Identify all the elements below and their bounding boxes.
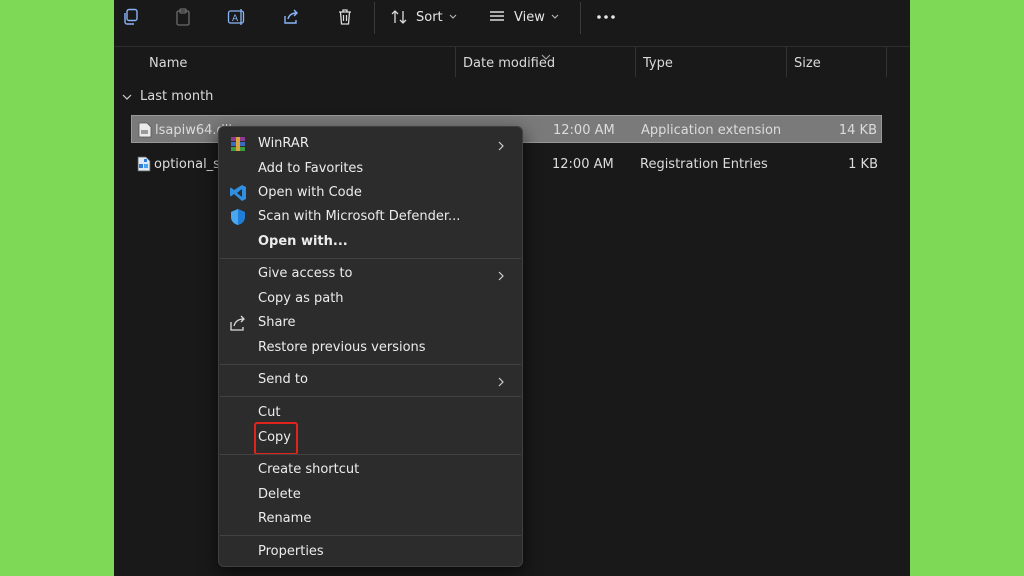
file-date: 12:00 AM (553, 123, 615, 138)
delete-icon[interactable] (332, 4, 358, 30)
file-type: Registration Entries (640, 157, 768, 172)
chevron-down-icon (449, 14, 457, 20)
vscode-icon (229, 184, 247, 202)
chevron-right-icon (497, 267, 507, 281)
menu-item-label: Add to Favorites (258, 161, 364, 176)
dll-file-icon (138, 122, 152, 138)
menu-item-open-with-code[interactable]: Open with Code (223, 181, 518, 205)
menu-item-copy-as-path[interactable]: Copy as path (223, 287, 518, 311)
file-date: 12:00 AM (552, 157, 614, 172)
menu-separator (220, 364, 521, 365)
menu-item-winrar[interactable]: WinRAR (223, 132, 518, 156)
sort-icon (390, 8, 408, 26)
share-icon[interactable] (278, 4, 304, 30)
menu-item-label: Give access to (258, 266, 353, 281)
menu-item-label: Cut (258, 405, 281, 420)
column-divider[interactable] (455, 47, 456, 77)
column-header-size[interactable]: Size (794, 56, 821, 71)
view-button[interactable]: View (488, 4, 564, 30)
toolbar-divider (114, 46, 910, 47)
column-header-date[interactable]: Date modified (463, 56, 555, 71)
rename-icon[interactable]: A (224, 4, 250, 30)
menu-separator (220, 454, 521, 455)
menu-item-label: Send to (258, 372, 308, 387)
command-bar: A Sort View (114, 0, 910, 40)
menu-item-label: Delete (258, 487, 301, 502)
toolbar-separator (374, 2, 375, 34)
menu-item-delete[interactable]: Delete (223, 483, 518, 507)
menu-item-label: WinRAR (258, 136, 309, 151)
sort-button[interactable]: Sort (390, 4, 460, 30)
column-header-type[interactable]: Type (643, 56, 673, 71)
view-label: View (514, 9, 545, 25)
menu-item-copy[interactable]: Copy (223, 422, 518, 455)
menu-item-label: Share (258, 315, 296, 330)
menu-item-add-favorites[interactable]: Add to Favorites (223, 157, 518, 181)
menu-item-give-access[interactable]: Give access to (223, 262, 518, 286)
menu-item-restore-versions[interactable]: Restore previous versions (223, 336, 518, 360)
highlight-box (254, 422, 298, 455)
context-menu: WinRAR Add to Favorites Open with Code S… (218, 126, 523, 567)
toolbar-separator (580, 2, 581, 34)
menu-item-label: Open with Code (258, 185, 362, 200)
menu-item-send-to[interactable]: Send to (223, 368, 518, 392)
winrar-icon (229, 135, 247, 153)
more-icon[interactable] (594, 4, 618, 30)
chevron-down-icon (551, 14, 559, 20)
file-name: optional_s (154, 157, 220, 172)
menu-separator (220, 535, 521, 536)
menu-item-create-shortcut[interactable]: Create shortcut (223, 458, 518, 482)
menu-item-label: Rename (258, 511, 312, 526)
menu-item-scan-defender[interactable]: Scan with Microsoft Defender... (223, 205, 518, 229)
column-divider[interactable] (635, 47, 636, 77)
menu-item-properties[interactable]: Properties (223, 540, 518, 564)
paste-icon[interactable] (170, 4, 196, 30)
chevron-right-icon (497, 137, 507, 151)
registry-file-icon (137, 156, 151, 172)
chevron-down-icon (122, 91, 134, 103)
menu-item-label: Copy as path (258, 291, 344, 306)
view-icon (488, 9, 506, 25)
column-header-name[interactable]: Name (149, 56, 187, 71)
svg-text:A: A (232, 14, 239, 24)
column-divider[interactable] (886, 47, 887, 77)
menu-separator (220, 258, 521, 259)
file-size: 14 KB (838, 123, 877, 138)
defender-shield-icon (229, 208, 247, 226)
menu-item-label: Properties (258, 544, 324, 559)
menu-item-share[interactable]: Share (223, 311, 518, 335)
file-size: 1 KB (848, 157, 878, 172)
file-type: Application extension (641, 123, 782, 138)
menu-item-open-with[interactable]: Open with... (223, 230, 518, 254)
share-icon (229, 314, 247, 332)
menu-item-rename[interactable]: Rename (223, 507, 518, 531)
menu-item-label: Create shortcut (258, 462, 360, 477)
menu-item-label: Scan with Microsoft Defender... (258, 209, 461, 224)
chevron-right-icon (497, 373, 507, 387)
column-divider[interactable] (786, 47, 787, 77)
copy-icon[interactable] (118, 4, 144, 30)
sort-label: Sort (416, 9, 443, 25)
menu-separator (220, 396, 521, 397)
menu-item-label: Open with... (258, 234, 348, 249)
group-label: Last month (140, 89, 214, 104)
menu-item-label: Restore previous versions (258, 340, 426, 355)
group-header[interactable]: Last month (122, 89, 213, 104)
